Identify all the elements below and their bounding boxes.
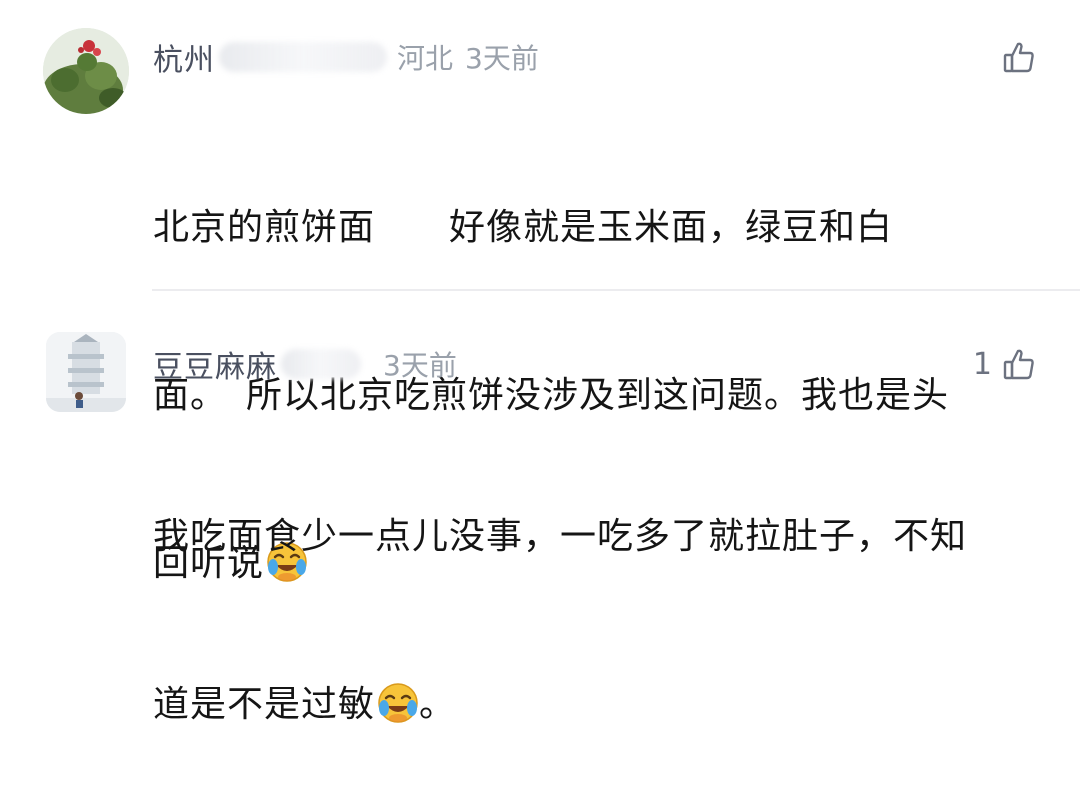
comment-line: 北京的煎饼面 好像就是玉米面，绿豆和白: [153, 207, 894, 248]
username-redaction: [281, 349, 361, 379]
location: 河北: [397, 42, 454, 75]
avatar-image: [43, 28, 129, 114]
comment-line-text: 道是不是过敏: [153, 684, 376, 725]
laughing-crying-emoji-icon: [377, 682, 419, 741]
comment-header: 杭州 河北 3天前: [153, 35, 539, 79]
like-button[interactable]: 1: [973, 344, 1036, 384]
comment-header: 豆豆麻麻 3天前: [153, 342, 457, 386]
comment-line: 道是不是过敏 。: [153, 677, 1043, 741]
thumbs-up-icon: [1002, 40, 1036, 74]
username[interactable]: 豆豆麻麻: [153, 342, 277, 386]
username[interactable]: 杭州: [153, 35, 215, 79]
like-button[interactable]: [992, 37, 1036, 77]
comment-text: 我吃面食少一点儿没事，一吃多了就拉肚子，不知 道是不是过敏 。: [153, 397, 1043, 797]
thumbs-up-icon: [1002, 347, 1036, 381]
avatar[interactable]: [43, 28, 129, 114]
comment-trailing-text: 。: [419, 684, 457, 725]
like-count: 1: [972, 346, 992, 382]
avatar-image: [46, 332, 126, 412]
avatar[interactable]: [46, 332, 126, 412]
comment-line: 我吃面食少一点儿没事，一吃多了就拉肚子，不知: [153, 516, 968, 557]
timestamp: 3天前: [383, 349, 457, 382]
comment-divider: [152, 289, 1080, 291]
username-redaction: [219, 42, 387, 72]
timestamp: 3天前: [465, 42, 539, 75]
